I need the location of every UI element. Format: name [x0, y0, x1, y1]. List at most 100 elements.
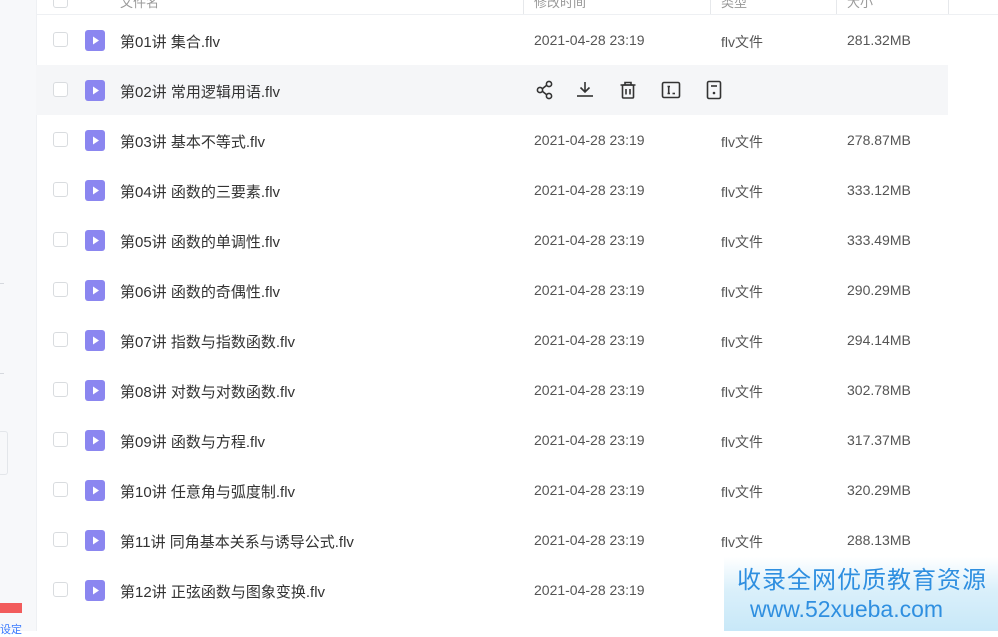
file-row[interactable]: 第07讲 指数与指数函数.flv 2021-04-28 23:19 flv文件 … — [36, 315, 948, 365]
video-file-icon — [85, 430, 105, 451]
video-file-icon — [85, 330, 105, 351]
file-modified-time: 2021-04-28 23:19 — [534, 432, 645, 448]
file-type: flv文件 — [721, 284, 763, 300]
row-checkbox[interactable] — [53, 82, 68, 97]
file-size: 290.29MB — [847, 282, 911, 298]
file-modified-time: 2021-04-28 23:19 — [534, 482, 645, 498]
video-file-icon — [85, 530, 105, 551]
column-header-size[interactable]: 大小 — [847, 0, 873, 11]
video-file-icon — [85, 580, 105, 601]
video-file-icon — [85, 230, 105, 251]
file-modified-time: 2021-04-28 23:19 — [534, 382, 645, 398]
file-row[interactable]: 第05讲 函数的单调性.flv 2021-04-28 23:19 flv文件 3… — [36, 215, 948, 265]
select-all-checkbox[interactable] — [53, 0, 68, 8]
file-name[interactable]: 第02讲 常用逻辑用语.flv — [120, 81, 280, 102]
file-list-header: 文件名 修改时间 类型 大小 — [36, 0, 998, 15]
file-row[interactable]: 第06讲 函数的奇偶性.flv 2021-04-28 23:19 flv文件 2… — [36, 265, 948, 315]
file-name[interactable]: 第11讲 同角基本关系与诱导公式.flv — [120, 531, 354, 552]
watermark-url: www.52xueba.com — [750, 596, 944, 622]
file-modified-time: 2021-04-28 23:19 — [534, 182, 645, 198]
file-modified-time: 2021-04-28 23:19 — [534, 332, 645, 348]
row-checkbox[interactable] — [53, 532, 68, 547]
row-checkbox[interactable] — [53, 132, 68, 147]
column-divider[interactable] — [948, 0, 949, 14]
file-row[interactable]: 第09讲 函数与方程.flv 2021-04-28 23:19 flv文件 31… — [36, 415, 948, 465]
file-name[interactable]: 第07讲 指数与指数函数.flv — [120, 331, 295, 352]
left-sidebar-edge: 设定 — [0, 0, 37, 636]
divider — [0, 373, 4, 374]
file-type: flv文件 — [721, 534, 763, 550]
more-icon[interactable] — [703, 79, 725, 101]
sidebar-card-edge — [0, 431, 8, 475]
file-size: 278.87MB — [847, 132, 911, 148]
file-row[interactable]: 第03讲 基本不等式.flv 2021-04-28 23:19 flv文件 27… — [36, 115, 948, 165]
row-checkbox[interactable] — [53, 382, 68, 397]
row-checkbox[interactable] — [53, 332, 68, 347]
file-size: 317.37MB — [847, 432, 911, 448]
row-checkbox[interactable] — [53, 182, 68, 197]
watermark-text: 收录全网优质教育资源 — [737, 567, 987, 594]
file-name[interactable]: 第04讲 函数的三要素.flv — [120, 181, 280, 202]
file-row[interactable]: 第08讲 对数与对数函数.flv 2021-04-28 23:19 flv文件 … — [36, 365, 948, 415]
row-checkbox[interactable] — [53, 482, 68, 497]
file-name[interactable]: 第03讲 基本不等式.flv — [120, 131, 265, 152]
file-type: flv文件 — [721, 34, 763, 50]
video-file-icon — [85, 180, 105, 201]
file-size: 281.32MB — [847, 32, 911, 48]
file-name[interactable]: 第12讲 正弦函数与图象变换.flv — [120, 581, 325, 602]
file-size: 333.12MB — [847, 182, 911, 198]
file-name[interactable]: 第10讲 任意角与弧度制.flv — [120, 481, 295, 502]
video-file-icon — [85, 480, 105, 501]
file-type: flv文件 — [721, 384, 763, 400]
file-size: 294.14MB — [847, 332, 911, 348]
column-header-name[interactable]: 文件名 — [120, 0, 159, 11]
delete-icon[interactable] — [617, 79, 639, 101]
file-modified-time: 2021-04-28 23:19 — [534, 282, 645, 298]
file-name[interactable]: 第01讲 集合.flv — [120, 31, 220, 52]
file-row[interactable]: 第10讲 任意角与弧度制.flv 2021-04-28 23:19 flv文件 … — [36, 465, 948, 515]
file-name[interactable]: 第09讲 函数与方程.flv — [120, 431, 265, 452]
video-file-icon — [85, 80, 105, 101]
file-type: flv文件 — [721, 484, 763, 500]
download-icon[interactable] — [574, 79, 596, 101]
file-modified-time: 2021-04-28 23:19 — [534, 582, 645, 598]
row-checkbox[interactable] — [53, 282, 68, 297]
divider — [0, 283, 4, 284]
file-modified-time: 2021-04-28 23:19 — [534, 132, 645, 148]
column-divider[interactable] — [523, 0, 524, 14]
sidebar-badge — [0, 603, 22, 613]
file-type: flv文件 — [721, 234, 763, 250]
row-checkbox[interactable] — [53, 432, 68, 447]
column-divider[interactable] — [710, 0, 711, 14]
file-row[interactable]: 第04讲 函数的三要素.flv 2021-04-28 23:19 flv文件 3… — [36, 165, 948, 215]
file-row-hovered[interactable]: 第02讲 常用逻辑用语.flv — [36, 65, 948, 115]
file-type: flv文件 — [721, 184, 763, 200]
row-checkbox[interactable] — [53, 582, 68, 597]
file-type: flv文件 — [721, 334, 763, 350]
video-file-icon — [85, 30, 105, 51]
file-size: 333.49MB — [847, 232, 911, 248]
file-size: 288.13MB — [847, 532, 911, 548]
video-file-icon — [85, 130, 105, 151]
file-size: 320.29MB — [847, 482, 911, 498]
share-icon[interactable] — [534, 79, 556, 101]
video-file-icon — [85, 380, 105, 401]
column-divider[interactable] — [836, 0, 837, 14]
file-modified-time: 2021-04-28 23:19 — [534, 32, 645, 48]
file-modified-time: 2021-04-28 23:19 — [534, 532, 645, 548]
column-header-type[interactable]: 类型 — [721, 0, 747, 11]
row-checkbox[interactable] — [53, 232, 68, 247]
file-row[interactable]: 第01讲 集合.flv 2021-04-28 23:19 flv文件 281.3… — [36, 15, 948, 65]
sidebar-link-partial[interactable]: 设定 — [0, 621, 22, 637]
file-size: 302.78MB — [847, 382, 911, 398]
column-header-modified[interactable]: 修改时间 — [534, 0, 586, 11]
file-modified-time: 2021-04-28 23:19 — [534, 232, 645, 248]
rename-icon[interactable] — [660, 79, 682, 101]
file-type: flv文件 — [721, 134, 763, 150]
file-name[interactable]: 第06讲 函数的奇偶性.flv — [120, 281, 280, 302]
file-type: flv文件 — [721, 434, 763, 450]
file-name[interactable]: 第08讲 对数与对数函数.flv — [120, 381, 295, 402]
file-name[interactable]: 第05讲 函数的单调性.flv — [120, 231, 280, 252]
video-file-icon — [85, 280, 105, 301]
row-checkbox[interactable] — [53, 32, 68, 47]
